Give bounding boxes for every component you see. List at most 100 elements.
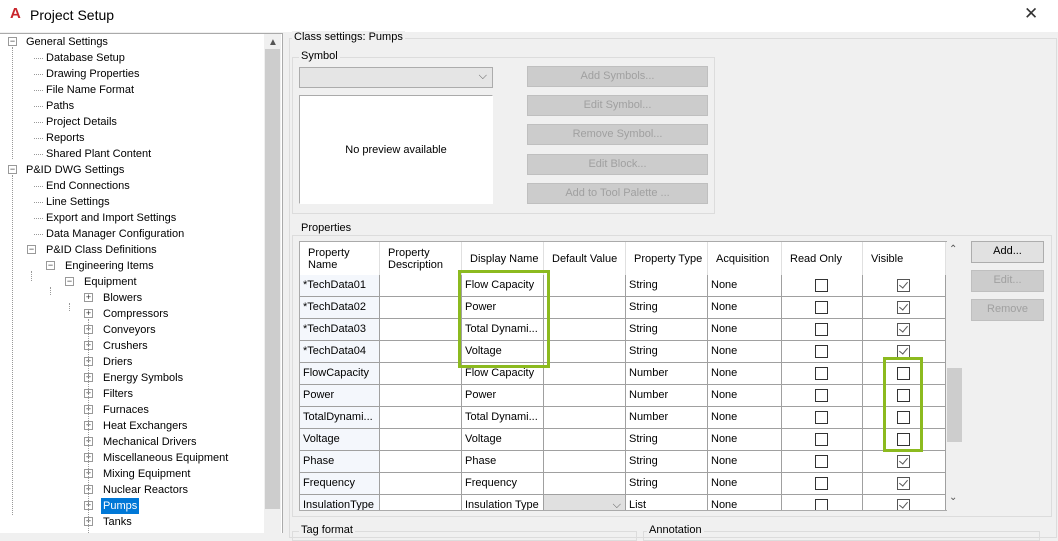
edit-symbol-button[interactable]: Edit Symbol...: [527, 95, 708, 116]
visible-checkbox[interactable]: [897, 499, 910, 510]
cell-desc[interactable]: [380, 473, 462, 495]
cell-read-only[interactable]: [782, 407, 863, 429]
tree-item[interactable]: + Compressors: [0, 306, 262, 322]
read-only-checkbox[interactable]: [815, 455, 828, 468]
cell-type[interactable]: String: [626, 319, 708, 341]
column-header[interactable]: Default Value: [544, 242, 626, 275]
column-header[interactable]: Read Only: [782, 242, 863, 275]
tree-item[interactable]: + Pumps: [0, 498, 262, 514]
cell-name[interactable]: Power: [300, 385, 380, 407]
collapse-minus-icon[interactable]: −: [27, 245, 36, 254]
tree-item[interactable]: − Equipment: [0, 274, 262, 290]
scroll-down-icon[interactable]: ⌄: [949, 492, 957, 503]
expand-plus-icon[interactable]: +: [84, 293, 93, 302]
cell-read-only[interactable]: [782, 429, 863, 451]
tree-item[interactable]: − General Settings: [0, 34, 262, 50]
cell-type[interactable]: String: [626, 297, 708, 319]
cell-desc[interactable]: [380, 363, 462, 385]
tree-item[interactable]: + Mechanical Drivers: [0, 434, 262, 450]
cell-name[interactable]: FlowCapacity: [300, 363, 380, 385]
cell-type[interactable]: String: [626, 275, 708, 297]
cell-visible[interactable]: [863, 319, 946, 341]
tree-item[interactable]: + Heat Exchangers: [0, 418, 262, 434]
cell-acq[interactable]: None: [708, 429, 782, 451]
cell-acq[interactable]: None: [708, 407, 782, 429]
cell-visible[interactable]: [863, 275, 946, 297]
tree-item[interactable]: + Energy Symbols: [0, 370, 262, 386]
tree-item[interactable]: Data Manager Configuration: [0, 226, 262, 242]
read-only-checkbox[interactable]: [815, 279, 828, 292]
cell-display[interactable]: Frequency: [462, 473, 544, 495]
cell-name[interactable]: TotalDynami...: [300, 407, 380, 429]
read-only-checkbox[interactable]: [815, 367, 828, 380]
tree-item[interactable]: Project Details: [0, 114, 262, 130]
read-only-checkbox[interactable]: [815, 477, 828, 490]
collapse-minus-icon[interactable]: −: [8, 37, 17, 46]
visible-checkbox[interactable]: [897, 455, 910, 468]
cell-read-only[interactable]: [782, 385, 863, 407]
tree-item[interactable]: Shared Plant Content: [0, 146, 262, 162]
cell-desc[interactable]: [380, 275, 462, 297]
cell-desc[interactable]: [380, 495, 462, 510]
cell-desc[interactable]: [380, 385, 462, 407]
cell-acq[interactable]: None: [708, 363, 782, 385]
column-header[interactable]: Property Name: [300, 242, 380, 275]
tree-item[interactable]: Reports: [0, 130, 262, 146]
cell-default[interactable]: [544, 407, 626, 429]
expand-plus-icon[interactable]: +: [84, 309, 93, 318]
cell-display[interactable]: Phase: [462, 451, 544, 473]
cell-default[interactable]: ⌵: [544, 495, 626, 510]
tree-item[interactable]: + Tanks: [0, 514, 262, 530]
remove-symbol-button[interactable]: Remove Symbol...: [527, 124, 708, 145]
cell-default[interactable]: [544, 319, 626, 341]
settings-tree[interactable]: − General Settings Database Setup Drawing P…: [0, 33, 283, 533]
cell-visible[interactable]: [863, 297, 946, 319]
visible-checkbox[interactable]: [897, 323, 910, 336]
cell-type[interactable]: String: [626, 473, 708, 495]
cell-desc[interactable]: [380, 451, 462, 473]
cell-default[interactable]: [544, 473, 626, 495]
tree-item[interactable]: + Miscellaneous Equipment: [0, 450, 262, 466]
cell-type[interactable]: Number: [626, 407, 708, 429]
cell-acq[interactable]: None: [708, 341, 782, 363]
read-only-checkbox[interactable]: [815, 389, 828, 402]
cell-acq[interactable]: None: [708, 297, 782, 319]
visible-checkbox[interactable]: [897, 279, 910, 292]
tree-item[interactable]: Database Setup: [0, 50, 262, 66]
tree-item[interactable]: − Engineering Items: [0, 258, 262, 274]
cell-acq[interactable]: None: [708, 473, 782, 495]
tree-item[interactable]: − P&ID Class Definitions: [0, 242, 262, 258]
cell-read-only[interactable]: [782, 451, 863, 473]
cell-desc[interactable]: [380, 341, 462, 363]
column-header[interactable]: Acquisition: [708, 242, 782, 275]
cell-read-only[interactable]: [782, 341, 863, 363]
cell-name[interactable]: *TechData03: [300, 319, 380, 341]
cell-type[interactable]: Number: [626, 385, 708, 407]
cell-name[interactable]: InsulationType: [300, 495, 380, 510]
read-only-checkbox[interactable]: [815, 345, 828, 358]
cell-type[interactable]: String: [626, 451, 708, 473]
cell-default[interactable]: [544, 429, 626, 451]
cell-display[interactable]: Voltage: [462, 429, 544, 451]
close-icon[interactable]: ✕: [1024, 4, 1038, 24]
tree-item[interactable]: Drawing Properties: [0, 66, 262, 82]
column-header[interactable]: Visible: [863, 242, 946, 275]
tree-item[interactable]: + Furnaces: [0, 402, 262, 418]
edit-block-button[interactable]: Edit Block...: [527, 154, 708, 175]
cell-default[interactable]: [544, 341, 626, 363]
grid-scroll-thumb[interactable]: [947, 368, 962, 442]
cell-name[interactable]: Frequency: [300, 473, 380, 495]
cell-read-only[interactable]: [782, 473, 863, 495]
collapse-minus-icon[interactable]: −: [8, 165, 17, 174]
read-only-checkbox[interactable]: [815, 411, 828, 424]
read-only-checkbox[interactable]: [815, 301, 828, 314]
cell-visible[interactable]: [863, 495, 946, 510]
collapse-minus-icon[interactable]: −: [65, 277, 74, 286]
properties-grid[interactable]: Property Name Property Description Display…: [299, 241, 947, 511]
tree-scroll-thumb[interactable]: [265, 49, 280, 509]
tree-item[interactable]: Export and Import Settings: [0, 210, 262, 226]
tree-item[interactable]: + Driers: [0, 354, 262, 370]
cell-name[interactable]: *TechData04: [300, 341, 380, 363]
cell-acq[interactable]: None: [708, 451, 782, 473]
cell-display[interactable]: Insulation Type: [462, 495, 544, 510]
